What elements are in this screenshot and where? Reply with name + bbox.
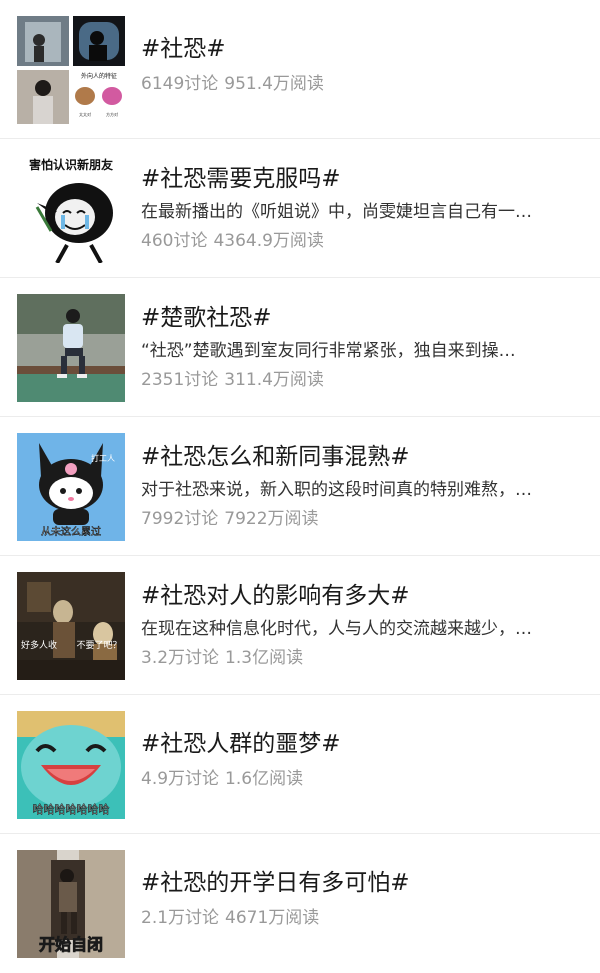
topic-item[interactable]: 好多人收 不要了吧？ #社恐对人的影响有多大# 在现在这种信息化时代，人与人的交… — [0, 556, 600, 695]
topic-title[interactable]: #社恐需要克服吗# — [141, 164, 341, 194]
topic-stats: 2351讨论 311.4万阅读 — [141, 368, 324, 392]
read-count: 951.4万阅读 — [224, 74, 324, 94]
discussion-count: 2.1万讨论 — [141, 908, 220, 928]
topic-title[interactable]: #社恐对人的影响有多大# — [141, 581, 410, 611]
topic-item[interactable]: 打工人 从未这么累过 #社恐怎么和新同事混熟# 对于社恐来说，新入职的这段时间真… — [0, 417, 600, 556]
topic-title[interactable]: #楚歌社恐# — [141, 303, 272, 333]
crying-meme-icon: 害怕认识新朋友 — [17, 155, 125, 263]
topic-stats: 3.2万讨论 1.3亿阅读 — [141, 646, 303, 670]
topic-title[interactable]: #社恐怎么和新同事混熟# — [141, 442, 410, 472]
thumb-caption: 打工人 — [91, 453, 115, 463]
topic-item[interactable]: 开始自闭 #社恐的开学日有多可怕# 2.1万讨论 4671万阅读 — [0, 834, 600, 973]
discussion-count: 7992讨论 — [141, 509, 219, 529]
thumb-caption: 从未这么累过 — [41, 525, 101, 538]
topic-summary: 对于社恐来说，新入职的这段时间真的特别难熬，… — [141, 480, 532, 500]
topic-title[interactable]: #社恐人群的噩梦# — [141, 729, 341, 759]
read-count: 1.6亿阅读 — [225, 769, 304, 789]
photo-collage-icon: 外向人的特征 太太对 方方对 — [17, 16, 125, 124]
topic-summary: 在现在这种信息化时代，人与人的交流越来越少，… — [141, 619, 532, 639]
thumb-caption: 害怕认识新朋友 — [29, 157, 113, 172]
discussion-count: 6149讨论 — [141, 74, 219, 94]
topic-stats: 2.1万讨论 4671万阅读 — [141, 906, 319, 930]
discussion-count: 3.2万讨论 — [141, 648, 220, 668]
discussion-count: 460讨论 — [141, 231, 208, 251]
thumb-caption: 好多人收 — [21, 639, 57, 651]
sitting-boy-photo-icon — [17, 294, 125, 402]
topic-stats: 4.9万讨论 1.6亿阅读 — [141, 767, 303, 791]
thumb-caption: 外向人的特征 — [81, 72, 117, 80]
thumb-caption: 方方对 — [106, 111, 118, 117]
topic-item[interactable]: #楚歌社恐# “社恐”楚歌遇到室友同行非常紧张，独自来到操… 2351讨论 311… — [0, 278, 600, 417]
topic-item[interactable]: 外向人的特征 太太对 方方对 #社恐# 6149讨论 951.4万阅读 — [0, 0, 600, 139]
door-hiding-icon: 开始自闭 — [17, 850, 125, 958]
laughing-turtle-icon: 哈哈哈哈哈哈哈 — [17, 711, 125, 819]
discussion-count: 4.9万讨论 — [141, 769, 220, 789]
topic-title[interactable]: #社恐# — [141, 34, 226, 64]
thumb-caption: 开始自闭 — [39, 935, 103, 954]
read-count: 311.4万阅读 — [224, 370, 324, 390]
topic-item[interactable]: 害怕认识新朋友 #社恐需要克服吗# 在最新播出的《听姐说》中，尚雯婕坦言自己有一… — [0, 139, 600, 278]
painting-meme-icon: 好多人收 不要了吧？ — [17, 572, 125, 680]
thumb-caption: 太太对 — [79, 111, 91, 117]
read-count: 4364.9万阅读 — [213, 231, 324, 251]
topic-list: 外向人的特征 太太对 方方对 #社恐# 6149讨论 951.4万阅读 害怕认识新… — [0, 0, 600, 973]
topic-title[interactable]: #社恐的开学日有多可怕# — [141, 868, 410, 898]
read-count: 4671万阅读 — [225, 908, 320, 928]
thumb-caption: 不要了吧？ — [76, 640, 121, 651]
read-count: 1.3亿阅读 — [225, 648, 304, 668]
topic-summary: 在最新播出的《听姐说》中，尚雯婕坦言自己有一… — [141, 202, 532, 222]
discussion-count: 2351讨论 — [141, 370, 219, 390]
topic-stats: 6149讨论 951.4万阅读 — [141, 72, 324, 96]
topic-item[interactable]: 哈哈哈哈哈哈哈 #社恐人群的噩梦# 4.9万讨论 1.6亿阅读 — [0, 695, 600, 834]
thumb-caption: 哈哈哈哈哈哈哈 — [33, 803, 110, 816]
kuromi-cartoon-icon: 打工人 从未这么累过 — [17, 433, 125, 541]
topic-stats: 460讨论 4364.9万阅读 — [141, 229, 324, 253]
topic-summary: “社恐”楚歌遇到室友同行非常紧张，独自来到操… — [141, 341, 516, 361]
read-count: 7922万阅读 — [224, 509, 319, 529]
topic-stats: 7992讨论 7922万阅读 — [141, 507, 319, 531]
